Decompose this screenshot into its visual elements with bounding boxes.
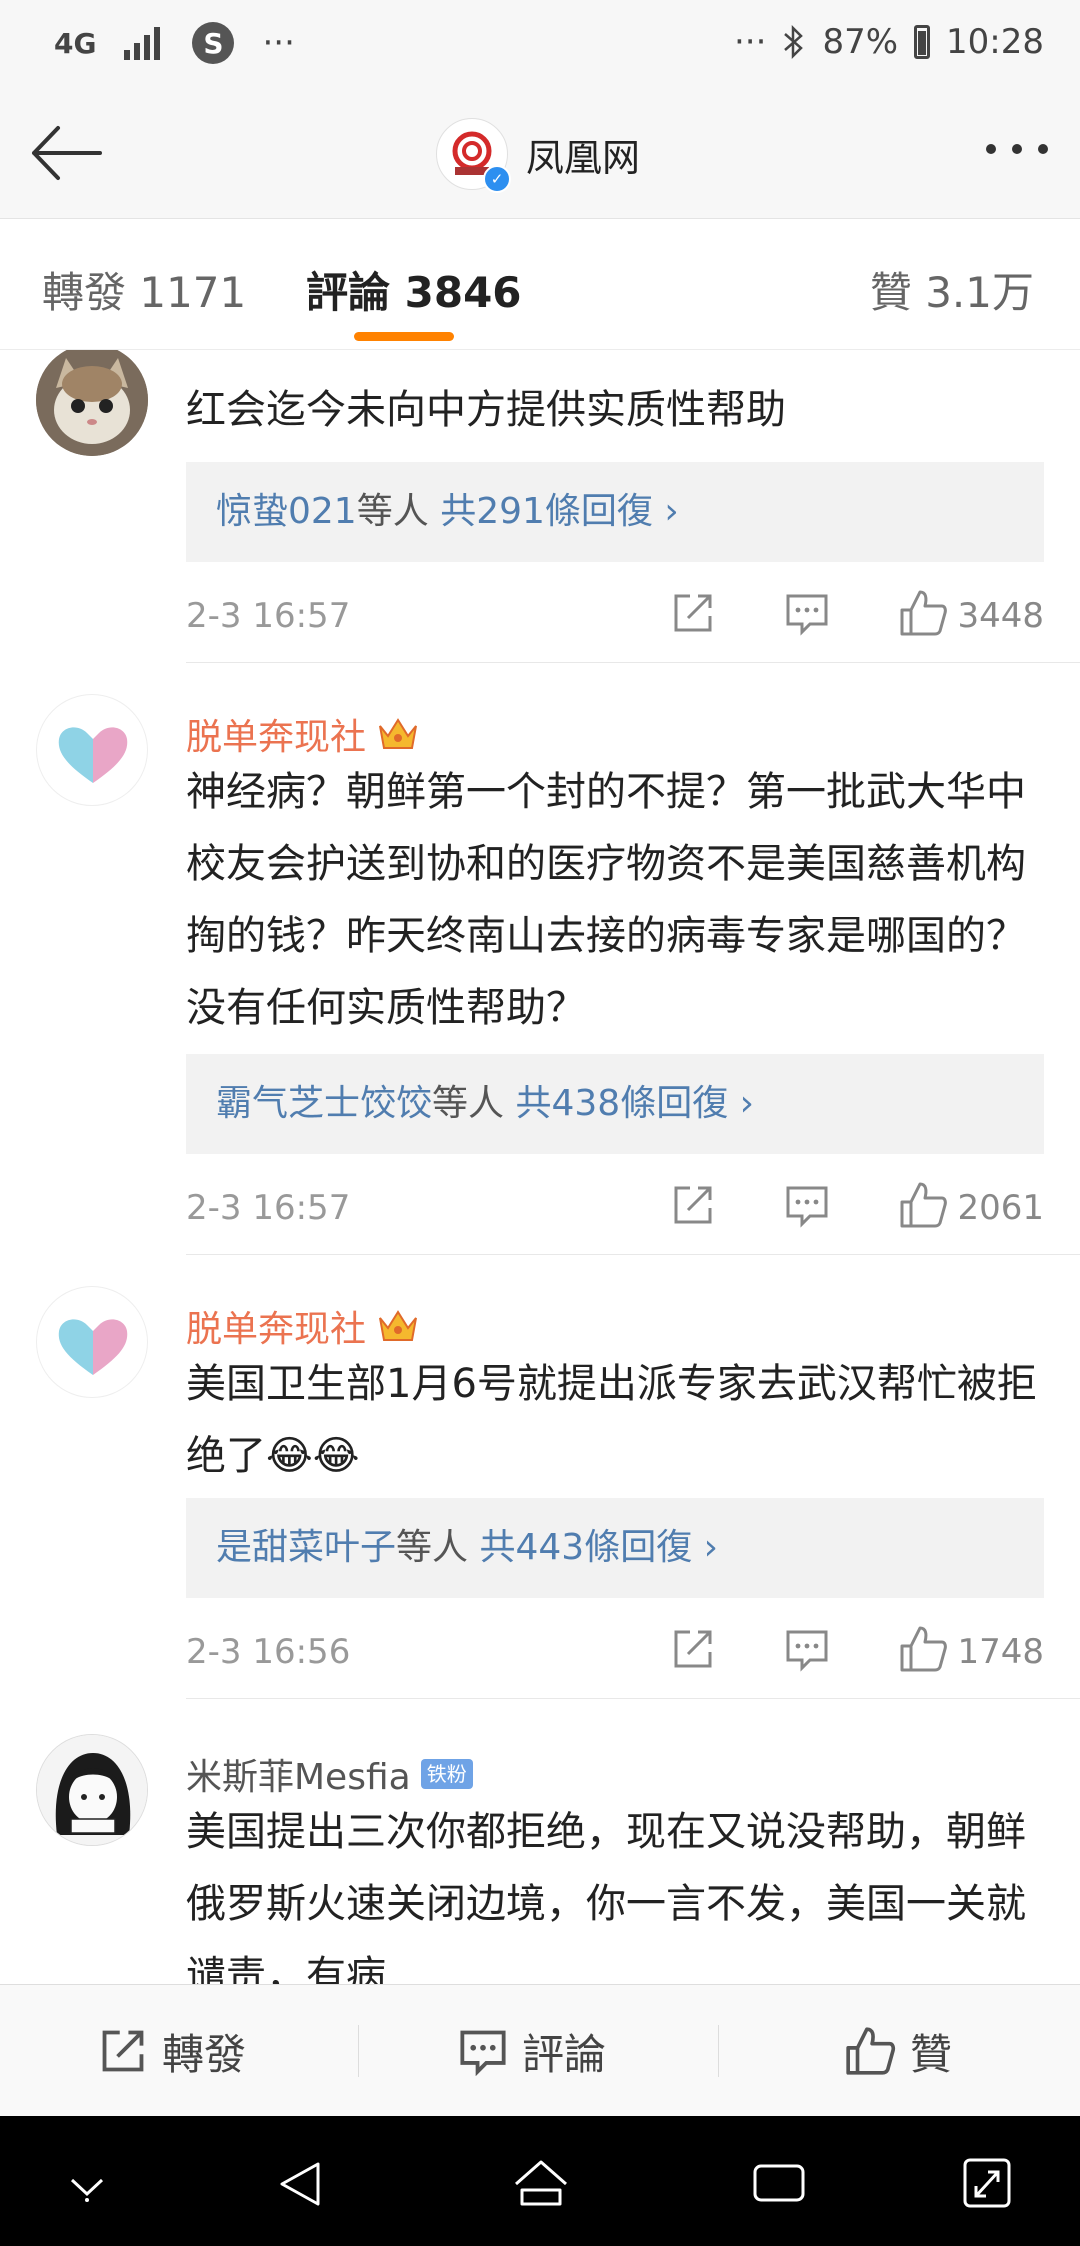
comment-text: 美国提出三次你都拒绝，现在又说没帮助，朝鲜俄罗斯火速关闭边境，你一言不发，美国一… (186, 1809, 1026, 1984)
tab-likes[interactable]: 贊 3.1万 (870, 259, 1034, 320)
avatar[interactable] (36, 1734, 148, 1846)
recent-apps-icon[interactable] (752, 2160, 806, 2206)
signal-icon (124, 27, 161, 60)
reply-user[interactable]: 霸气芝士饺饺 (216, 1083, 432, 1124)
tab-comments[interactable]: 評論 3846 (306, 259, 522, 320)
chevron-right-icon: › (664, 491, 679, 532)
reply-summary[interactable]: 是甜菜叶子等人 共443條回復 › (186, 1498, 1044, 1598)
fullscreen-icon[interactable] (962, 2156, 1012, 2210)
tab-bar: 轉發 1171 評論 3846 贊 3.1万 (0, 219, 1080, 350)
repost-icon (102, 2030, 144, 2072)
page-title: 凤凰网 (526, 135, 641, 180)
comment-icon (460, 2030, 506, 2076)
reply-count[interactable]: 共443條回復 (479, 1527, 692, 1568)
repost-label: 轉發 (162, 2029, 247, 2079)
like-icon[interactable] (898, 588, 948, 638)
verified-icon: ✓ (483, 165, 511, 193)
divider (186, 1254, 1080, 1255)
chevron-right-icon: › (703, 1527, 719, 1568)
comment-icon[interactable] (784, 1182, 830, 1228)
tab-reposts[interactable]: 轉發 1171 (42, 259, 246, 320)
chevron-down-icon[interactable] (64, 2166, 110, 2206)
comment-list[interactable]: 红会迄今未向中方提供实质性帮助 惊蛰021等人 共291條回復 › 2-3 16… (0, 350, 1080, 1984)
reply-user[interactable]: 惊蛰021 (216, 491, 357, 532)
like-icon[interactable] (898, 1624, 948, 1674)
divider (186, 1698, 1080, 1699)
author-name[interactable]: 米斯菲Mesfia (186, 1748, 411, 1800)
like-icon[interactable] (898, 1180, 948, 1230)
avatar[interactable] (36, 350, 148, 456)
like-label: 贊 (910, 2029, 953, 2079)
comment-button[interactable]: 評論 (458, 1985, 606, 2117)
comment-text: 红会迄今未向中方提供实质性帮助 (186, 387, 786, 433)
comment-meta: 2-3 16:56 1748 (186, 1624, 1044, 1684)
reply-count[interactable]: 共291條回復 (440, 491, 653, 532)
home-icon[interactable] (510, 2156, 572, 2212)
heart-fingerprint-avatar-icon (58, 727, 128, 783)
repost-button[interactable]: 轉發 (98, 1985, 246, 2117)
comment-icon[interactable] (784, 1626, 830, 1672)
like-count: 2061 (957, 1188, 1044, 1228)
bluetooth-icon (784, 24, 804, 60)
back-arrow-icon[interactable] (28, 118, 108, 188)
anime-girl-avatar-icon (37, 1735, 147, 1845)
clock: 10:28 (946, 22, 1044, 62)
more-options-icon[interactable] (986, 144, 1048, 154)
comment-time: 2-3 16:57 (186, 596, 351, 636)
comment-meta: 2-3 16:57 2061 (186, 1180, 1044, 1240)
like-icon (846, 2027, 896, 2075)
reply-count[interactable]: 共438條回復 (515, 1083, 728, 1124)
comment-label: 評論 (522, 2029, 607, 2079)
cat-avatar-icon (36, 350, 148, 456)
like-count: 1748 (957, 1632, 1044, 1672)
comment-author[interactable]: 脱单奔现社 (186, 1300, 420, 1352)
notification-dots: ··· (262, 23, 295, 63)
battery-percent: 87% (822, 22, 899, 62)
nav-bar: ✓ 凤凰网 (0, 88, 1080, 219)
reply-mid: 等人 (396, 1527, 469, 1568)
comment-author[interactable]: 米斯菲Mesfia 铁粉 (186, 1748, 473, 1800)
share-icon[interactable] (670, 590, 716, 636)
heart-fingerprint-avatar-icon (58, 1319, 128, 1375)
divider (358, 2025, 359, 2077)
s-app-icon: S (192, 22, 235, 64)
divider (186, 662, 1080, 663)
avatar[interactable] (36, 694, 148, 806)
comment-icon[interactable] (784, 590, 830, 636)
chevron-right-icon: › (739, 1083, 755, 1124)
like-count: 3448 (957, 596, 1044, 636)
vip-crown-icon (379, 718, 417, 749)
reply-summary[interactable]: 惊蛰021等人 共291條回復 › (186, 462, 1044, 562)
notification-dots-right: ··· (734, 22, 767, 62)
comment-text: 美国卫生部1月6号就提出派专家去武汉帮忙被拒绝了😂😂 (186, 1361, 1037, 1479)
action-bar: 轉發 評論 贊 (0, 1984, 1080, 2117)
share-icon[interactable] (670, 1626, 716, 1672)
account-avatar[interactable]: ✓ (436, 118, 511, 193)
back-nav-icon[interactable] (272, 2156, 328, 2212)
reply-summary[interactable]: 霸气芝士饺饺等人 共438條回復 › (186, 1054, 1044, 1154)
comment-time: 2-3 16:57 (186, 1188, 351, 1228)
comment-author[interactable]: 脱单奔现社 (186, 708, 420, 760)
divider (718, 2025, 719, 2077)
active-tab-indicator (354, 332, 454, 341)
author-name[interactable]: 脱单奔现社 (186, 708, 366, 760)
network-type: 4G (54, 26, 97, 60)
share-icon[interactable] (670, 1182, 716, 1228)
system-nav-bar (0, 2116, 1080, 2246)
comment-time: 2-3 16:56 (186, 1632, 351, 1672)
author-name[interactable]: 脱单奔现社 (186, 1300, 366, 1352)
fan-badge: 铁粉 (420, 1759, 473, 1789)
like-button[interactable]: 贊 (844, 1985, 952, 2117)
battery-icon (914, 25, 931, 59)
reply-mid: 等人 (356, 491, 429, 532)
reply-user[interactable]: 是甜菜叶子 (216, 1527, 396, 1568)
comment-meta: 2-3 16:57 3448 (186, 588, 1044, 648)
vip-crown-icon (379, 1310, 417, 1341)
reply-mid: 等人 (432, 1083, 505, 1124)
status-bar: 4G S ··· ··· 87% 10:28 (0, 0, 1080, 88)
avatar[interactable] (36, 1286, 148, 1398)
comment-text: 神经病？朝鲜第一个封的不提？第一批武大华中校友会护送到协和的医疗物资不是美国慈善… (186, 769, 1026, 1031)
